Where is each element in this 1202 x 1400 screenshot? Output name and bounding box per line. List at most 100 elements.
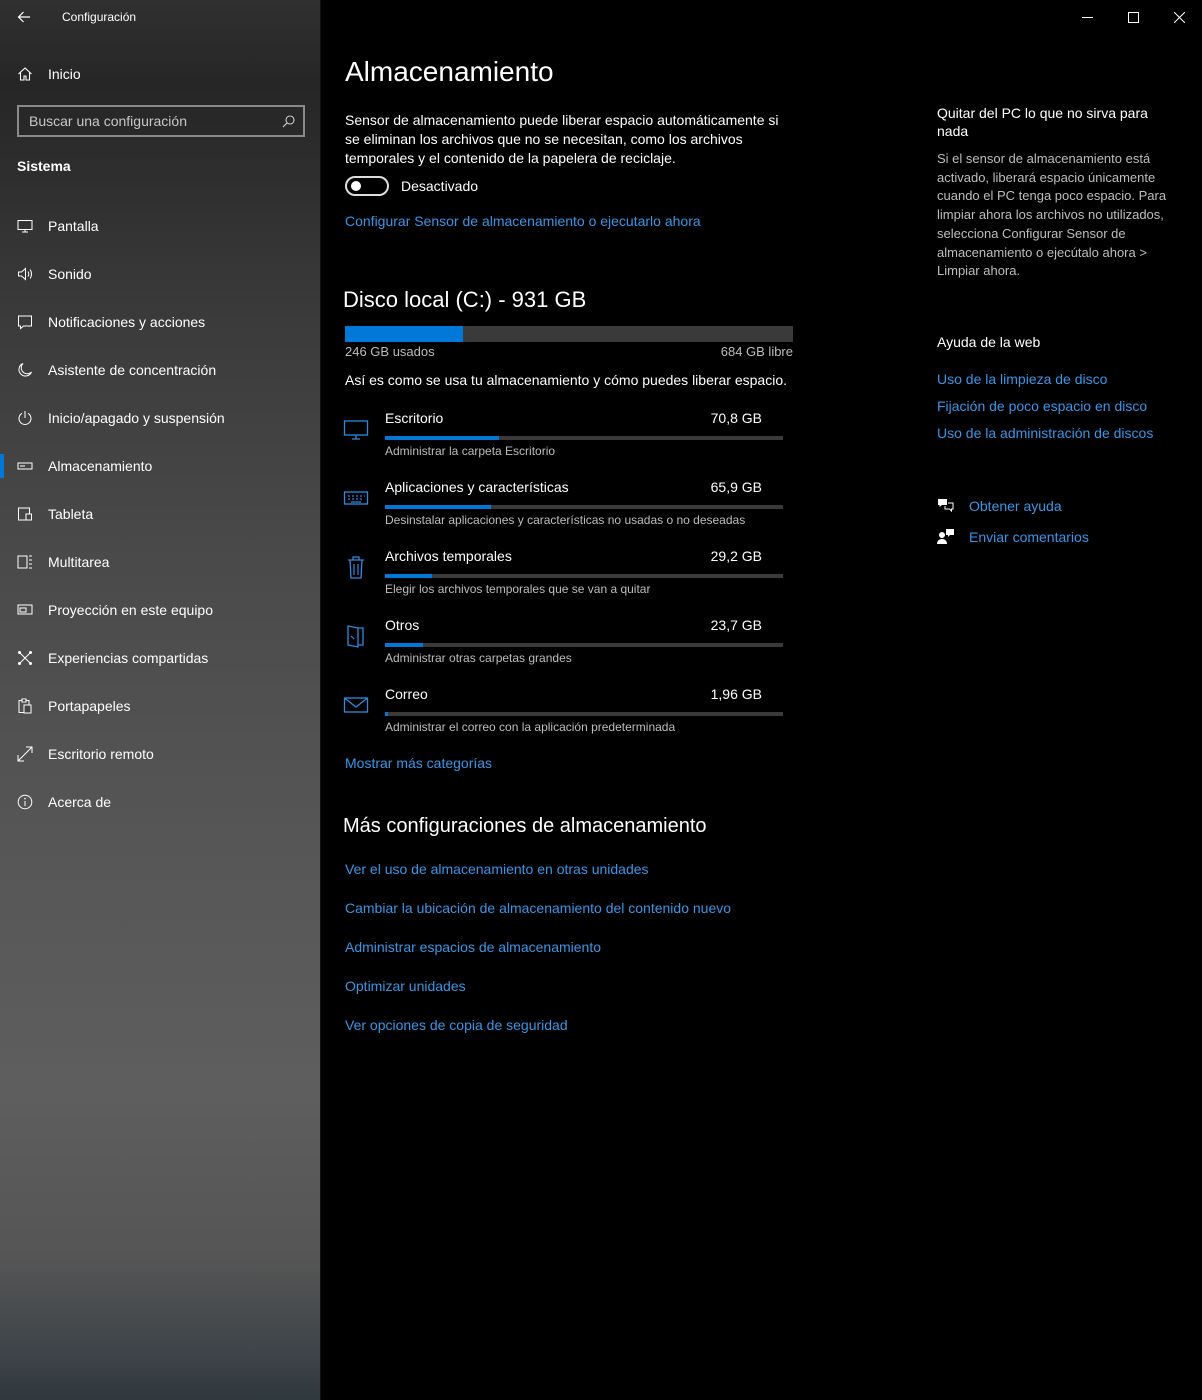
sidebar-item-sonido[interactable]: Sonido: [0, 250, 321, 298]
get-help-link[interactable]: Obtener ayuda: [969, 498, 1062, 514]
right-panel-body: Si el sensor de almacenamiento está acti…: [937, 151, 1167, 279]
info-icon: [17, 794, 33, 810]
category-archivos-temporales[interactable]: Archivos temporales 29,2 GB Elegir los a…: [343, 546, 783, 615]
usage-note: Así es como se usa tu almacenamiento y c…: [345, 372, 788, 388]
moon-icon: [17, 362, 33, 378]
disk-title: Disco local (C:) - 931 GB: [343, 287, 587, 312]
tablet-icon: [17, 506, 33, 522]
sidebar-item-label: Asistente de concentración: [48, 362, 217, 378]
sidebar-item-label: Multitarea: [48, 554, 110, 570]
projection-icon: [17, 602, 33, 618]
category-otros[interactable]: Otros 23,7 GB Administrar otras carpetas…: [343, 615, 783, 684]
category-size: 29,2 GB: [710, 548, 762, 564]
category-bar-fill: [385, 505, 492, 509]
storage-spaces-link[interactable]: Administrar espacios de almacenamiento: [345, 938, 731, 977]
section-label: Sistema: [17, 158, 71, 174]
sidebar-item-notificaciones[interactable]: Notificaciones y acciones: [0, 298, 321, 346]
sidebar-item-label: Escritorio remoto: [48, 746, 154, 762]
search-box[interactable]: [17, 105, 305, 137]
get-help-button[interactable]: Obtener ayuda: [937, 490, 1089, 521]
maximize-button[interactable]: [1110, 0, 1156, 34]
category-escritorio[interactable]: Escritorio 70,8 GB Administrar la carpet…: [343, 408, 783, 477]
keyboard-icon: [343, 485, 369, 511]
sidebar-item-label: Proyección en este equipo: [48, 602, 213, 618]
folder-icon: [343, 623, 369, 649]
web-help-links: Uso de la limpieza de disco Fijación de …: [937, 370, 1153, 451]
page-title: Almacenamiento: [345, 56, 554, 87]
close-button[interactable]: [1156, 0, 1202, 34]
sidebar-item-label: Almacenamiento: [48, 458, 153, 474]
category-name: Escritorio: [385, 410, 444, 426]
send-feedback-link[interactable]: Enviar comentarios: [969, 529, 1089, 545]
feedback-icon: [937, 529, 954, 544]
change-save-location-link[interactable]: Cambiar la ubicación de almacenamiento d…: [345, 899, 731, 938]
nav-list: Pantalla Sonido Notificaciones y accione…: [0, 202, 321, 826]
minimize-icon: [1081, 16, 1093, 18]
sidebar-item-experiencias[interactable]: Experiencias compartidas: [0, 634, 321, 682]
web-help-title: Ayuda de la web: [937, 334, 1041, 350]
disk-management-help-link[interactable]: Uso de la administración de discos: [937, 424, 1153, 451]
sidebar-item-label: Inicio/apagado y suspensión: [48, 410, 225, 426]
sidebar-item-label: Tableta: [48, 506, 94, 522]
sidebar: Configuración Inicio Sistema Pantalla So…: [0, 0, 321, 1400]
sidebar-item-label: Portapapeles: [48, 698, 131, 714]
home-icon: [17, 66, 33, 82]
display-icon: [17, 218, 33, 234]
right-panel: Quitar del PC lo que no sirva para nada …: [937, 104, 1182, 545]
storage-icon: [17, 458, 33, 474]
app-title: Configuración: [62, 10, 137, 24]
show-more-categories-link[interactable]: Mostrar más categorías: [345, 755, 492, 771]
sidebar-item-label: Acerca de: [48, 794, 112, 810]
category-size: 1,96 GB: [710, 686, 762, 702]
category-bar: [385, 712, 783, 716]
sidebar-item-proyeccion[interactable]: Proyección en este equipo: [0, 586, 321, 634]
more-settings-links: Ver el uso de almacenamiento en otras un…: [345, 860, 731, 1055]
category-aplicaciones[interactable]: Aplicaciones y características 65,9 GB D…: [343, 477, 783, 546]
sidebar-item-pantalla[interactable]: Pantalla: [0, 202, 321, 250]
disk-cleanup-help-link[interactable]: Uso de la limpieza de disco: [937, 370, 1153, 397]
search-input[interactable]: [29, 113, 269, 129]
other-drives-link[interactable]: Ver el uso de almacenamiento en otras un…: [345, 860, 731, 899]
search-icon: [282, 114, 295, 127]
sidebar-item-almacenamiento[interactable]: Almacenamiento: [0, 442, 321, 490]
category-bar: [385, 643, 783, 647]
nav-home[interactable]: Inicio: [0, 56, 321, 92]
sidebar-item-acerca-de[interactable]: Acerca de: [0, 778, 321, 826]
category-name: Aplicaciones y características: [385, 479, 569, 495]
low-disk-space-help-link[interactable]: Fijación de poco espacio en disco: [937, 397, 1153, 424]
notification-icon: [17, 314, 33, 330]
power-icon: [17, 410, 33, 426]
mail-icon: [343, 692, 369, 718]
category-bar: [385, 436, 783, 440]
sidebar-item-escritorio-remoto[interactable]: Escritorio remoto: [0, 730, 321, 778]
sidebar-item-inicio-apagado[interactable]: Inicio/apagado y suspensión: [0, 394, 321, 442]
category-description: Administrar el correo con la aplicación …: [385, 720, 676, 734]
remote-icon: [17, 746, 33, 762]
category-name: Archivos temporales: [385, 548, 512, 564]
category-size: 23,7 GB: [710, 617, 762, 633]
backup-options-link[interactable]: Ver opciones de copia de seguridad: [345, 1016, 731, 1055]
minimize-button[interactable]: [1064, 0, 1110, 34]
sidebar-item-label: Notificaciones y acciones: [48, 314, 206, 330]
shared-icon: [17, 650, 33, 666]
back-button[interactable]: [0, 0, 48, 34]
optimize-drives-link[interactable]: Optimizar unidades: [345, 977, 731, 1016]
sidebar-item-label: Experiencias compartidas: [48, 650, 209, 666]
sidebar-item-multitarea[interactable]: Multitarea: [0, 538, 321, 586]
more-settings-title: Más configuraciones de almacenamiento: [343, 815, 707, 837]
send-feedback-button[interactable]: Enviar comentarios: [937, 521, 1089, 552]
sidebar-item-tableta[interactable]: Tableta: [0, 490, 321, 538]
category-name: Correo: [385, 686, 428, 702]
storage-sense-toggle[interactable]: [345, 176, 389, 196]
sidebar-item-label: Pantalla: [48, 218, 99, 234]
category-bar: [385, 505, 783, 509]
configure-storage-sense-link[interactable]: Configurar Sensor de almacenamiento o ej…: [345, 213, 701, 229]
toggle-label: Desactivado: [401, 178, 479, 194]
category-bar-fill: [385, 712, 389, 716]
sidebar-item-asistente[interactable]: Asistente de concentración: [0, 346, 321, 394]
category-description: Desinstalar aplicaciones y característic…: [385, 513, 746, 527]
sidebar-item-portapapeles[interactable]: Portapapeles: [0, 682, 321, 730]
category-correo[interactable]: Correo 1,96 GB Administrar el correo con…: [343, 684, 783, 753]
nav-home-label: Inicio: [48, 66, 81, 82]
category-list: Escritorio 70,8 GB Administrar la carpet…: [343, 408, 783, 753]
